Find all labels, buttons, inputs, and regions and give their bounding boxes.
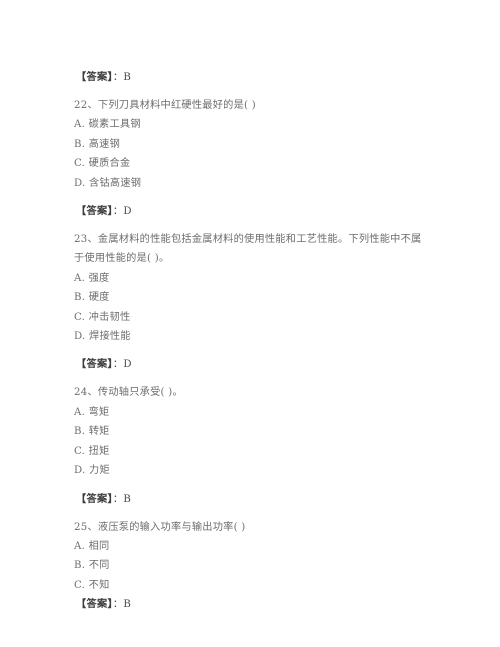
question-block-25: 25、液压泵的输入功率与输出功率( ) A. 相同 B. 不同 C. 不知 xyxy=(74,518,430,596)
question-option: D. 力矩 xyxy=(74,465,110,477)
question-option: B. 转矩 xyxy=(74,426,110,438)
answer-label: 【答案】 xyxy=(76,492,113,505)
question-block-23: 23、金属材料的性能包括金属材料的使用性能和工艺性能。下列性能中不属于使用性能的… xyxy=(74,230,430,346)
answer-line: 【答案】：D xyxy=(74,202,430,221)
answer-separator: ： xyxy=(112,493,124,505)
question-block-24: 24、传动轴只承受( )。 A. 弯矩 B. 转矩 C. 扭矩 D. 力矩 xyxy=(74,383,430,480)
answer-separator: ： xyxy=(112,599,124,611)
question-option: C. 不知 xyxy=(74,579,110,591)
answer-separator: ： xyxy=(112,359,124,371)
question-option: D. 含钴高速钢 xyxy=(74,177,142,189)
question-stem: 24、传动轴只承受( )。 xyxy=(74,387,183,399)
answer-block: 【答案】：B xyxy=(74,68,430,87)
answer-label: 【答案】 xyxy=(76,358,113,371)
question-option: B. 硬度 xyxy=(74,292,110,304)
answer-block: 【答案】：B xyxy=(74,595,430,614)
answer-value: B xyxy=(123,599,132,611)
question-stem: 25、液压泵的输入功率与输出功率( ) xyxy=(74,521,246,533)
question-option: C. 硬质合金 xyxy=(74,158,131,170)
answer-block: 【答案】：D xyxy=(74,355,430,374)
answer-value: B xyxy=(123,72,132,83)
question-option: B. 高速钢 xyxy=(74,138,121,150)
answer-separator: ： xyxy=(112,206,124,218)
answer-line: 【答案】：B xyxy=(74,68,430,87)
answer-value: B xyxy=(123,493,132,505)
answer-label: 【答案】 xyxy=(76,205,113,218)
question-stem: 23、金属材料的性能包括金属材料的使用性能和工艺性能。下列性能中不属于使用性能的… xyxy=(74,234,422,265)
question-option: C. 扭矩 xyxy=(74,445,110,457)
answer-value: D xyxy=(123,206,132,218)
question-option: A. 相同 xyxy=(74,540,110,552)
question-stem: 22、下列刀具材料中红硬性最好的是( ) xyxy=(74,100,256,111)
document-page: 【答案】：B 22、下列刀具材料中红硬性最好的是( ) A. 碳素工具钢 B. … xyxy=(0,0,500,647)
question-block-22: 22、下列刀具材料中红硬性最好的是( ) A. 碳素工具钢 B. 高速钢 C. … xyxy=(74,96,430,193)
answer-separator: ： xyxy=(112,72,124,83)
answer-block: 【答案】：B xyxy=(74,490,430,509)
answer-line: 【答案】：D xyxy=(74,355,430,374)
answer-label: 【答案】 xyxy=(76,598,113,611)
question-option: A. 碳素工具钢 xyxy=(74,119,141,131)
answer-block: 【答案】：D xyxy=(74,202,430,221)
question-option: B. 不同 xyxy=(74,560,110,572)
question-option: A. 强度 xyxy=(74,272,110,284)
answer-label: 【答案】 xyxy=(76,71,113,83)
question-option: D. 焊接性能 xyxy=(74,331,131,343)
question-option: A. 弯矩 xyxy=(74,406,110,418)
answer-line: 【答案】：B xyxy=(74,490,430,509)
question-option: C. 冲击韧性 xyxy=(74,311,131,323)
document-body: 【答案】：B 22、下列刀具材料中红硬性最好的是( ) A. 碳素工具钢 B. … xyxy=(74,68,430,614)
answer-line: 【答案】：B xyxy=(74,595,430,614)
answer-value: D xyxy=(123,359,132,371)
